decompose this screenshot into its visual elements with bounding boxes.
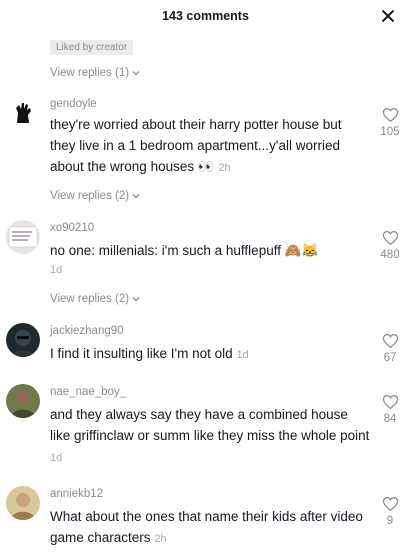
comments-header: 143 comments [0,0,411,32]
comment-body: I find it insulting like I'm not old [50,346,233,361]
comment-text: no one: millenials: i'm such a hufflepuf… [50,240,370,261]
avatar[interactable] [6,384,40,418]
like-button[interactable]: 9 [372,496,408,527]
comment-time: 1d [236,349,249,361]
view-replies-button[interactable]: View replies (2) [50,190,141,202]
like-count: 67 [383,352,397,364]
heart-icon [382,394,398,410]
chevron-down-icon [132,297,140,302]
like-count: 105 [380,126,400,138]
avatar[interactable] [6,96,40,130]
comment-username[interactable]: gendoyle [50,98,97,110]
comment-username[interactable]: jackiezhang90 [50,325,124,337]
comment-username[interactable]: anniekb12 [50,488,103,500]
heart-icon [382,107,398,123]
like-button[interactable]: 84 [372,394,408,425]
view-replies-button[interactable]: View replies (1) [50,67,141,79]
heart-icon [382,333,398,349]
heart-icon [382,496,398,512]
like-count: 9 [386,515,394,527]
comment-body: What about the ones that name their kids… [50,509,363,545]
comment-time: 2h [154,533,167,545]
chevron-down-icon [132,71,140,76]
comment-time: 1d [50,452,63,464]
view-replies-label: View replies (1) [50,67,130,79]
comments-count-title: 143 comments [162,9,249,23]
comment-text: they're worried about their harry potter… [50,114,370,179]
like-button[interactable]: 67 [372,333,408,364]
like-button[interactable]: 480 [372,230,408,261]
comment-username[interactable]: nae_nae_boy_ [50,386,126,398]
comment-body: they're worried about their harry potter… [50,117,342,174]
comment-body: and they always say they have a combined… [50,407,370,443]
avatar[interactable] [6,323,40,357]
comment-time: 2h [218,162,231,174]
comment-text: I find it insulting like I'm not old 1d [50,343,370,366]
avatar[interactable] [6,486,40,520]
close-icon[interactable] [379,7,397,25]
chevron-down-icon [132,194,140,199]
avatar[interactable] [6,220,40,254]
like-button[interactable]: 105 [372,107,408,138]
comment-text: and they always say they have a combined… [50,404,370,469]
heart-icon [382,230,398,246]
view-replies-button[interactable]: View replies (2) [50,293,141,305]
comment-username[interactable]: xo90210 [50,222,94,234]
view-replies-label: View replies (2) [50,190,130,202]
comment-time: 1d [50,264,63,276]
liked-by-creator-badge: Liked by creator [50,40,134,55]
comment-body: no one: millenials: i'm such a hufflepuf… [50,243,319,258]
comment-text: What about the ones that name their kids… [50,506,370,550]
like-count: 84 [383,413,397,425]
view-replies-label: View replies (2) [50,293,130,305]
like-count: 480 [380,249,400,261]
